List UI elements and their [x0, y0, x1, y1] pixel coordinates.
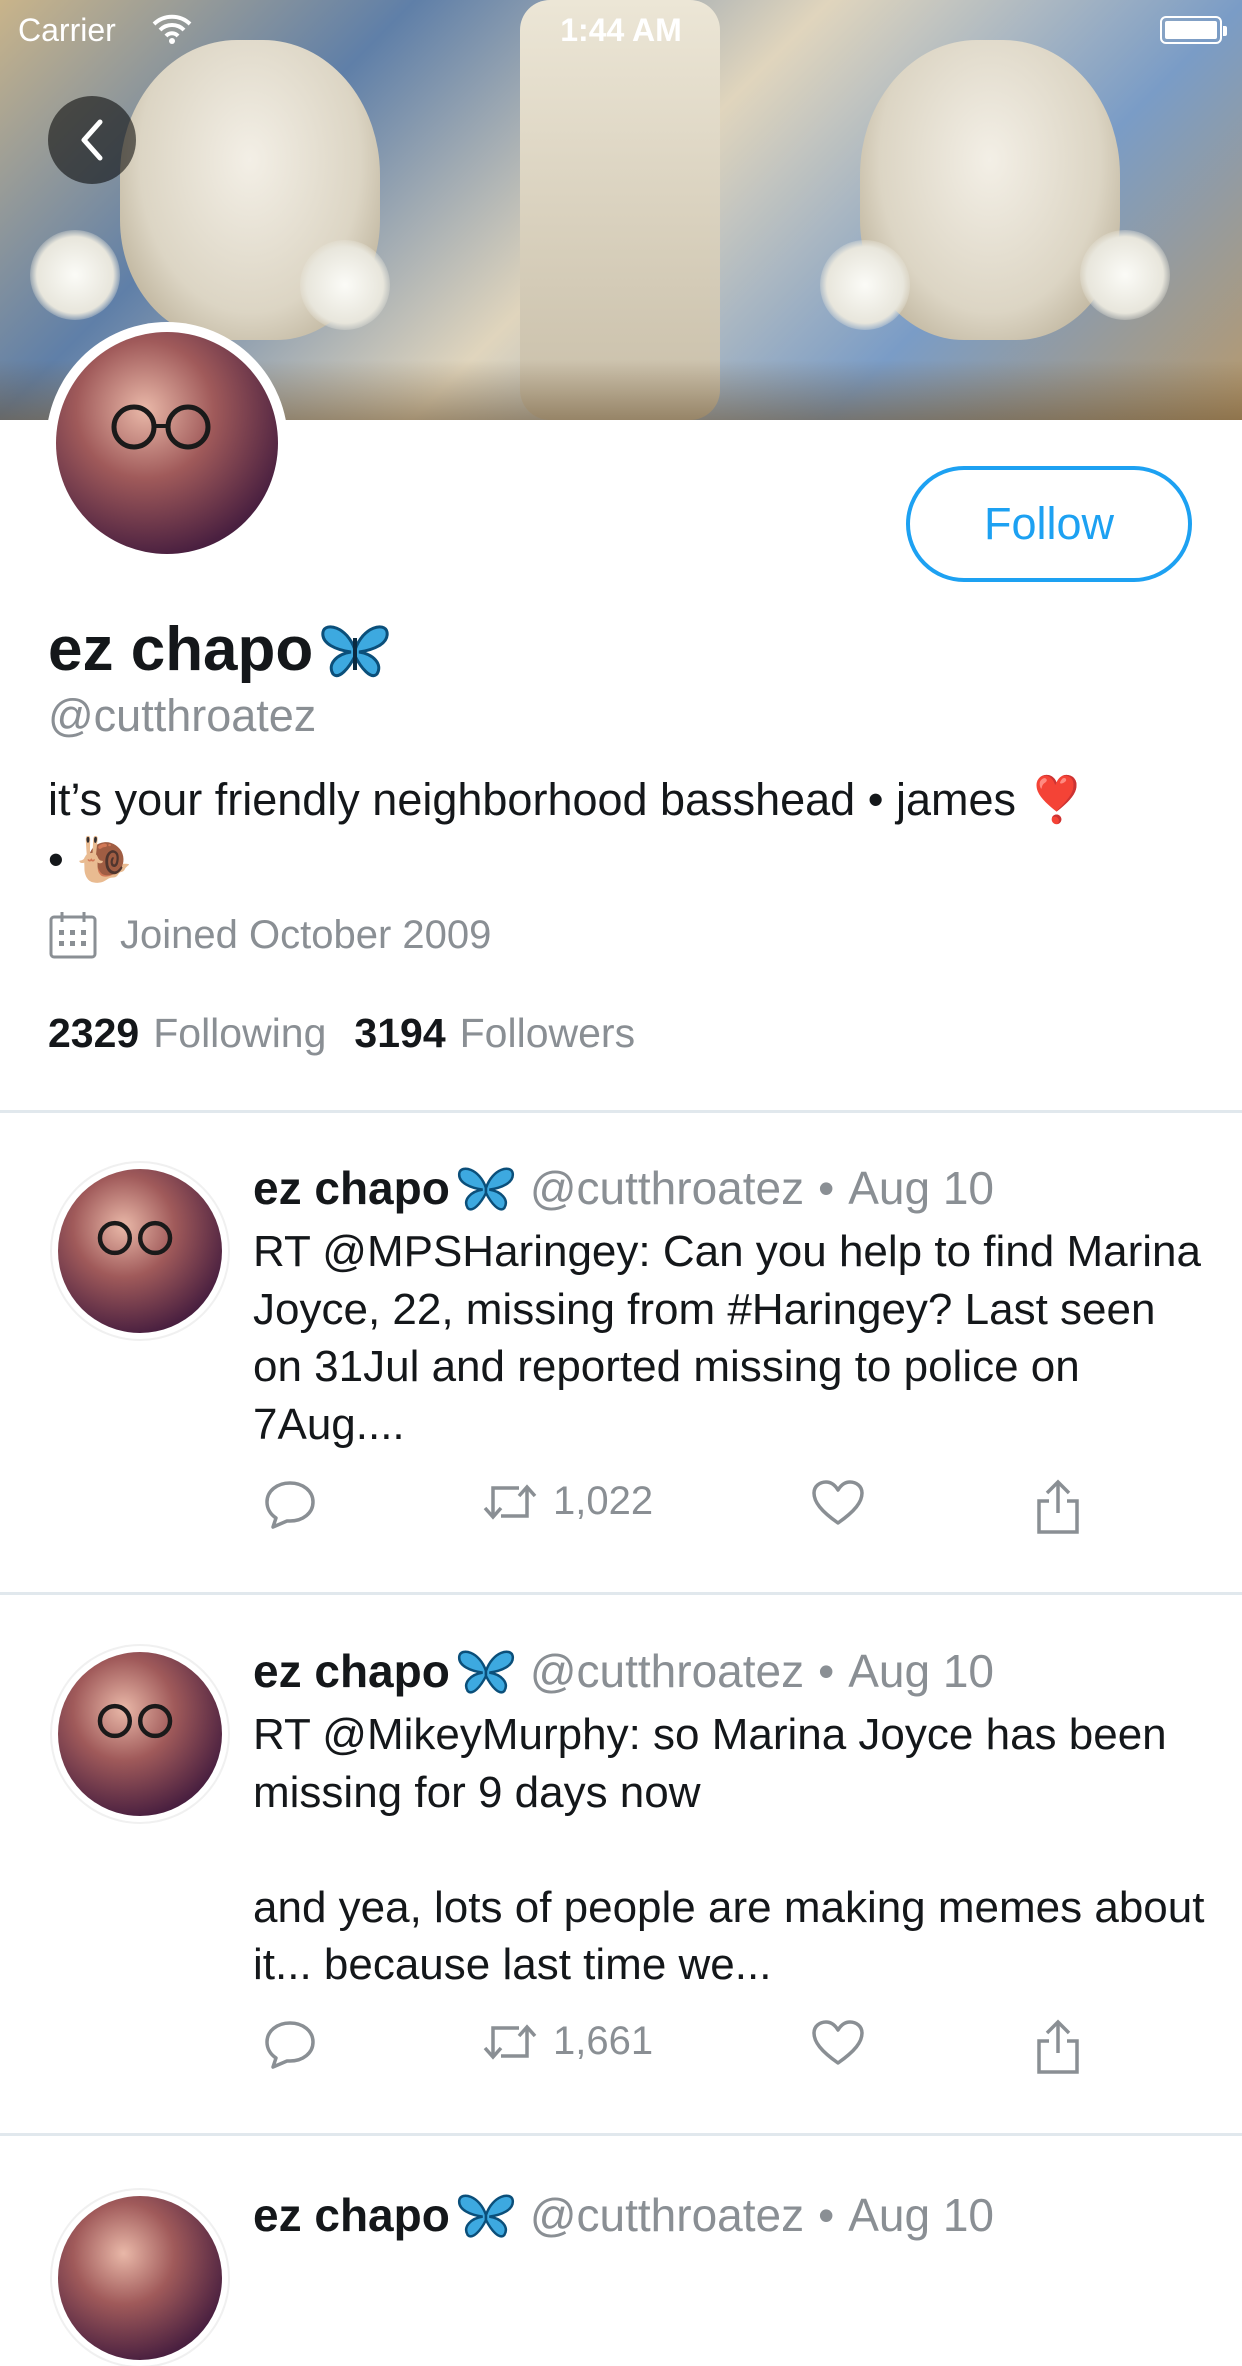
heart-icon — [812, 1480, 864, 1525]
calendar-icon — [49, 912, 97, 959]
tweet-date: Aug 10 — [848, 1645, 995, 1697]
joined-label: Joined October 2009 — [120, 912, 492, 957]
profile-name-text: ez chapo — [48, 615, 314, 684]
followers-label[interactable]: Followers — [460, 1010, 635, 1057]
banner-astronaut — [520, 0, 720, 420]
tweet-date: Aug 10 — [848, 2189, 995, 2241]
butterfly-emoji-icon — [457, 1650, 514, 1694]
following-count[interactable]: 2329 — [48, 1010, 139, 1057]
profile-bio: it’s your friendly neighborhood basshead… — [48, 770, 1198, 890]
share-button[interactable] — [1035, 2019, 1081, 2075]
banner-flower — [820, 240, 910, 330]
banner-flower — [30, 230, 120, 320]
profile-name: ez chapo — [48, 614, 391, 685]
tweet-author-name: ez chapo — [253, 1162, 450, 1214]
battery-icon — [1160, 16, 1227, 44]
back-button[interactable] — [48, 96, 136, 184]
divider — [0, 2133, 1242, 2136]
tweet-actions: 1,661 — [253, 2019, 1153, 2079]
divider — [0, 1592, 1242, 1595]
retweet-icon — [483, 1483, 537, 1520]
avatar-photo — [97, 1220, 173, 1256]
chevron-left-icon — [81, 119, 103, 161]
status-bar: Carrier 1:44 AM — [0, 0, 1242, 60]
tweet-dot: • — [818, 1645, 835, 1697]
tweet-text: RT @MikeyMurphy: so Marina Joyce has bee… — [253, 1710, 1205, 1989]
butterfly-emoji-icon — [457, 1167, 514, 1211]
tweet-dot: • — [818, 2189, 835, 2241]
tweet-handle: @cutthroatez — [529, 1645, 805, 1697]
retweet-button[interactable]: 1,661 — [481, 2019, 653, 2064]
tweet-author-name: ez chapo — [253, 2189, 450, 2241]
reply-button[interactable] — [263, 2019, 317, 2069]
tweet-avatar[interactable] — [52, 1646, 228, 1822]
share-icon — [1037, 2019, 1079, 2074]
follow-button-label: Follow — [983, 498, 1115, 549]
retweet-button[interactable]: 1,022 — [481, 1479, 653, 1524]
like-button[interactable] — [811, 1479, 865, 1527]
tweet-avatar[interactable] — [52, 1163, 228, 1339]
butterfly-emoji-icon — [321, 624, 389, 677]
following-label[interactable]: Following — [153, 1010, 326, 1057]
reply-icon — [265, 1481, 315, 1529]
profile-avatar[interactable] — [46, 322, 288, 564]
profile-handle: @cutthroatez — [48, 690, 317, 741]
avatar-photo — [97, 1703, 173, 1739]
retweet-icon — [483, 2023, 537, 2060]
butterfly-emoji-icon — [457, 2194, 514, 2238]
tweet-date: Aug 10 — [848, 1162, 995, 1214]
clock: 1:44 AM — [560, 12, 682, 48]
tweet-header: ez chapo @cutthroatez • Aug 10 — [253, 2188, 994, 2242]
tweet-handle: @cutthroatez — [529, 1162, 805, 1214]
follow-counts: 2329 Following 3194 Followers — [48, 1010, 663, 1057]
retweet-count: 1,661 — [553, 2019, 654, 2063]
tweet-actions: 1,022 — [253, 1479, 1153, 1539]
tweet-text: RT @MPSHaringey: Can you help to find Ma… — [253, 1227, 1201, 1449]
followers-count[interactable]: 3194 — [354, 1010, 445, 1057]
reply-button[interactable] — [263, 1479, 317, 1529]
reply-icon — [265, 2021, 315, 2069]
bio-line-1: it’s your friendly neighborhood basshead… — [48, 774, 1085, 825]
retweet-count: 1,022 — [553, 1479, 654, 1523]
tweet-author-name: ez chapo — [253, 1645, 450, 1697]
joined-date: Joined October 2009 — [48, 910, 491, 960]
avatar-photo — [111, 404, 211, 450]
tweet-handle: @cutthroatez — [529, 2189, 805, 2241]
share-button[interactable] — [1035, 1479, 1081, 1535]
banner-flower — [1080, 230, 1170, 320]
divider — [0, 1110, 1242, 1113]
follow-button[interactable]: Follow — [906, 466, 1192, 582]
tweet-header: ez chapo @cutthroatez • Aug 10 — [253, 1161, 994, 1215]
heart-icon — [812, 2020, 864, 2065]
bio-line-2: • 🐌 — [48, 834, 133, 885]
tweet-header: ez chapo @cutthroatez • Aug 10 — [253, 1644, 994, 1698]
share-icon — [1037, 1479, 1079, 1534]
tweet-avatar[interactable] — [52, 2190, 228, 2366]
like-button[interactable] — [811, 2019, 865, 2067]
tweet-dot: • — [818, 1162, 835, 1214]
banner-flower — [300, 240, 390, 330]
